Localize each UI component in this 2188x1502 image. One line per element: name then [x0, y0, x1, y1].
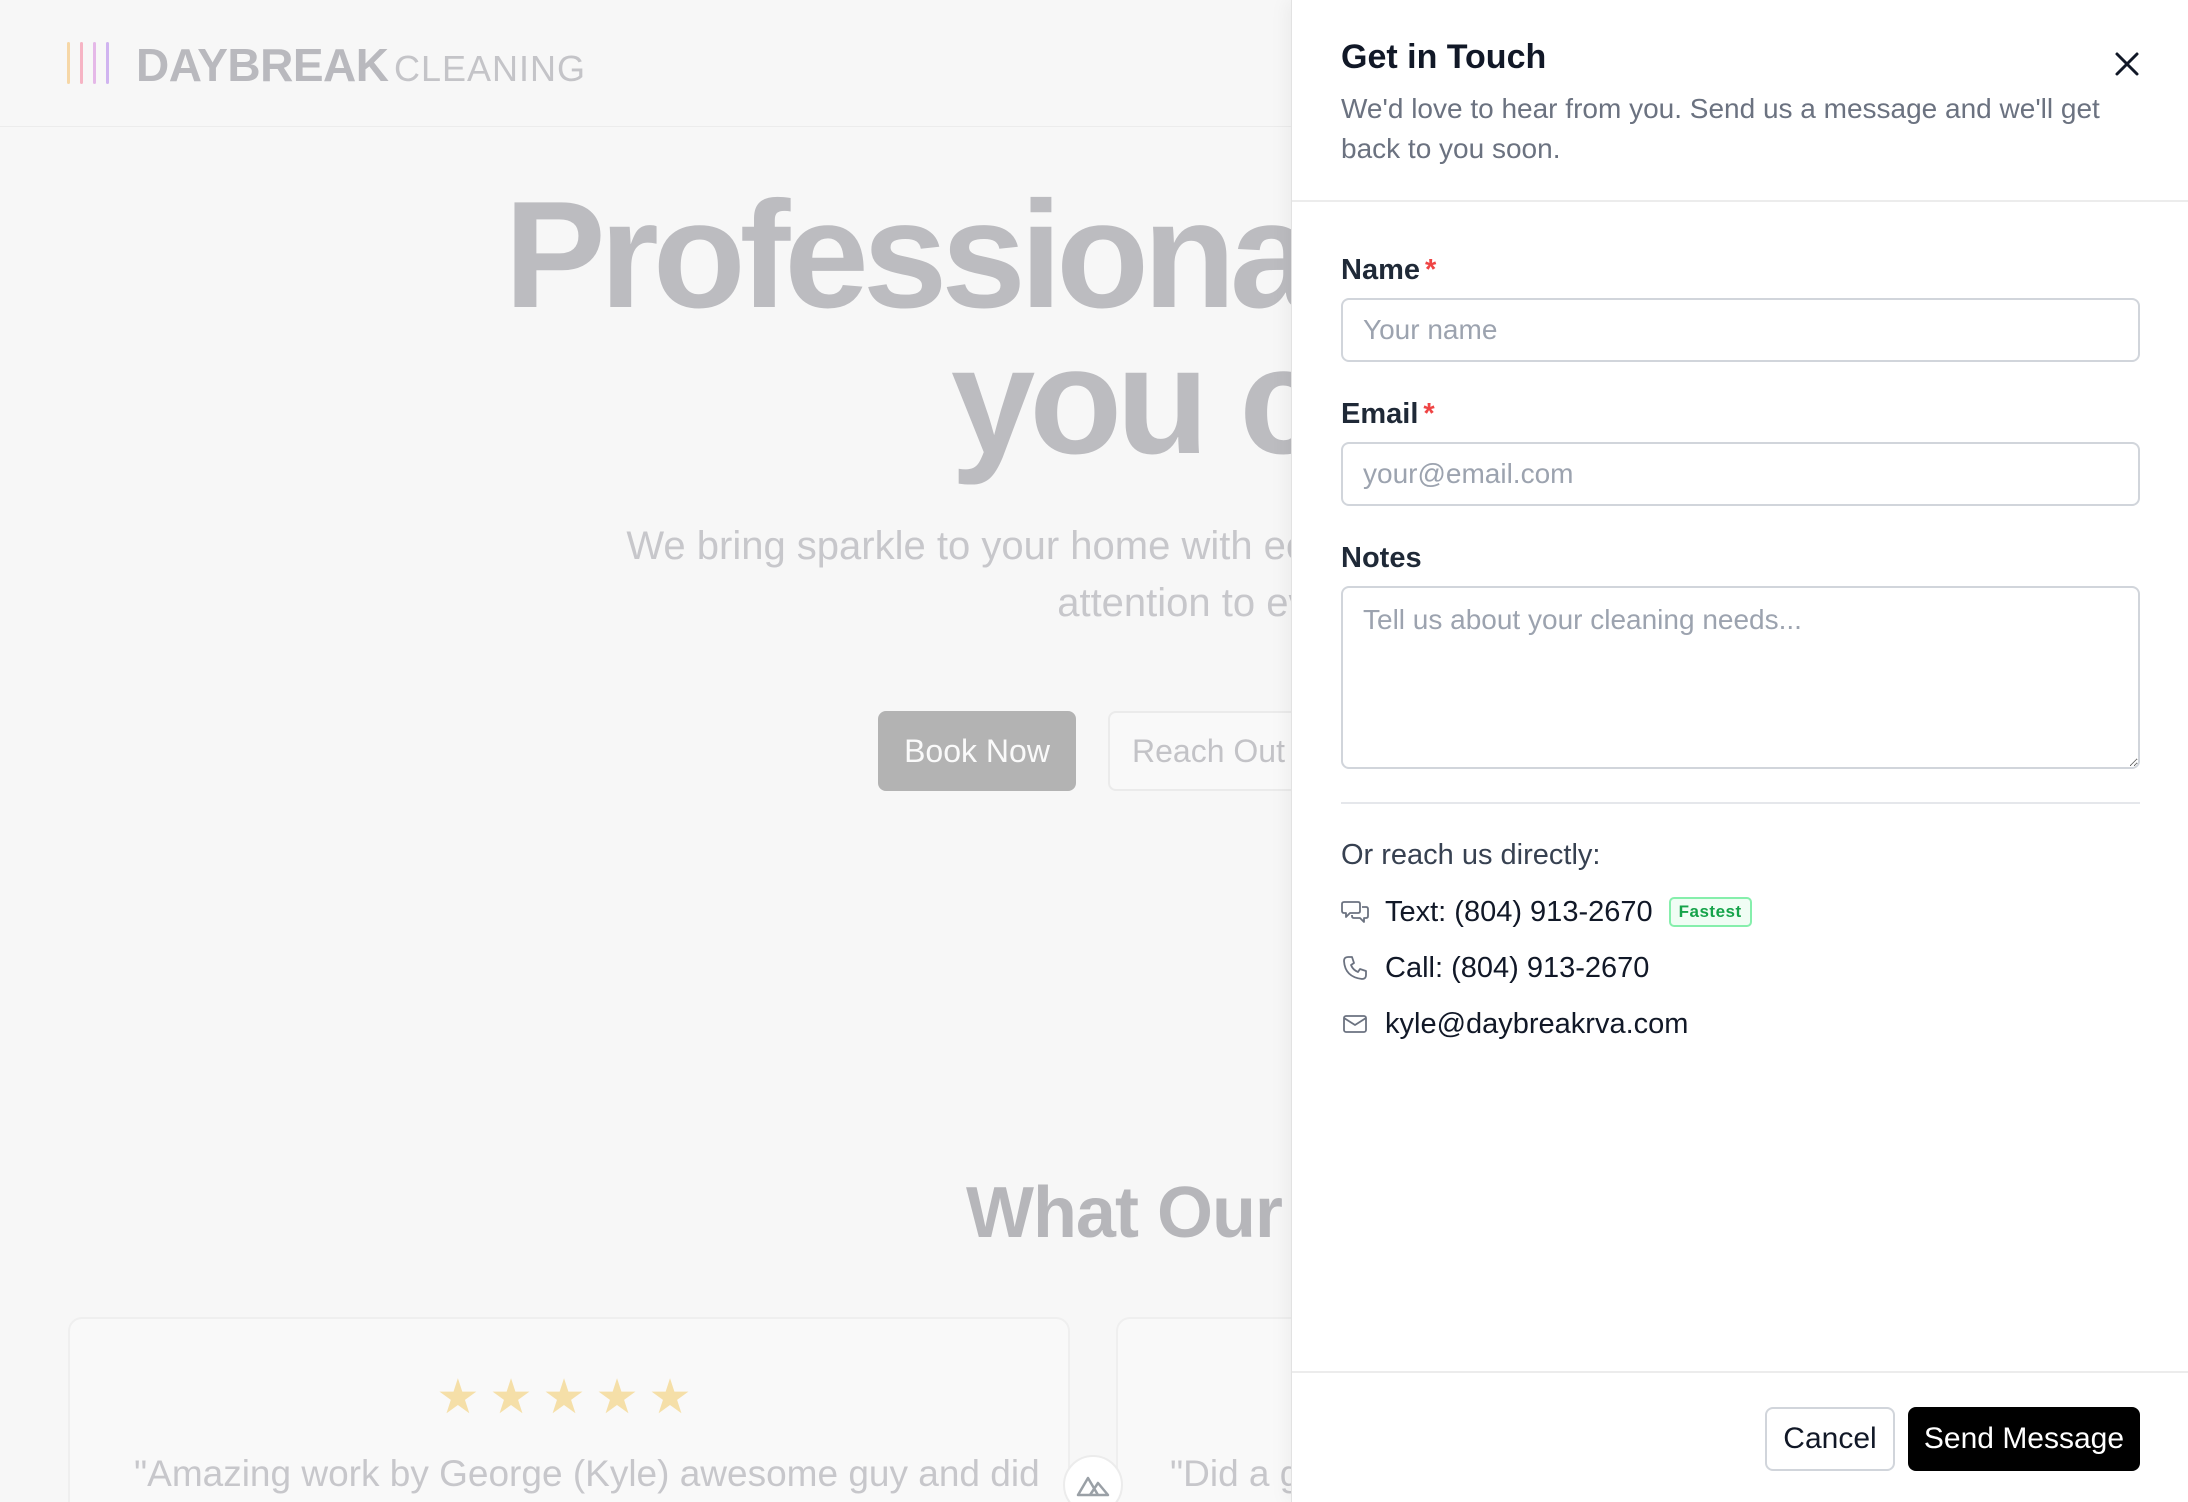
- email-label: Email *: [1341, 398, 1435, 431]
- fastest-badge: Fastest: [1668, 897, 1752, 927]
- close-button[interactable]: [2107, 44, 2147, 84]
- cancel-button[interactable]: Cancel: [1765, 1407, 1895, 1471]
- drawer-title: Get in Touch: [1341, 38, 1547, 76]
- email-label-text: Email: [1341, 398, 1419, 430]
- drawer-footer: Cancel Send Message: [1292, 1371, 2188, 1502]
- phone-icon: [1341, 954, 1369, 982]
- review-text: "Amazing work by George (Kyle) awesome g…: [134, 1453, 1040, 1494]
- close-icon: [2115, 52, 2139, 76]
- name-label: Name *: [1341, 254, 1436, 287]
- call-contact-label: Call: (804) 913-2670: [1385, 951, 1650, 984]
- call-contact-row[interactable]: Call: (804) 913-2670: [1341, 948, 1649, 988]
- nuxt-devtools-icon[interactable]: [1063, 1455, 1123, 1502]
- email-contact-row[interactable]: kyle@daybreakrva.com: [1341, 1004, 1688, 1044]
- contact-drawer: Get in Touch We'd love to hear from you.…: [1291, 0, 2188, 1502]
- divider: [1341, 802, 2140, 804]
- name-label-text: Name: [1341, 254, 1420, 286]
- book-now-button[interactable]: Book Now: [878, 711, 1076, 791]
- drawer-header: Get in Touch We'd love to hear from you.…: [1292, 0, 2188, 202]
- email-contact-label: kyle@daybreakrva.com: [1385, 1007, 1689, 1040]
- required-mark: *: [1425, 254, 1437, 286]
- notes-label: Notes: [1341, 542, 1422, 575]
- notes-textarea[interactable]: [1341, 586, 2140, 769]
- review-text: "Did a g: [1170, 1453, 1301, 1494]
- text-contact-label: Text: (804) 913-2670: [1385, 895, 1653, 928]
- logo-mark-icon: [67, 42, 113, 84]
- text-contact-row[interactable]: Text: (804) 913-2670 Fastest: [1341, 892, 1752, 932]
- chat-icon: [1341, 898, 1369, 926]
- mail-icon: [1341, 1010, 1369, 1038]
- direct-contact-heading: Or reach us directly:: [1341, 839, 1601, 871]
- rating-stars: ★★★★★: [436, 1371, 702, 1424]
- review-card: ★★★★★ "Amazing work by George (Kyle) awe…: [68, 1317, 1070, 1502]
- required-mark: *: [1423, 398, 1435, 430]
- drawer-description: We'd love to hear from you. Send us a me…: [1341, 93, 2100, 164]
- notes-label-text: Notes: [1341, 542, 1422, 574]
- email-input[interactable]: [1341, 442, 2140, 506]
- logo-wordmark[interactable]: DAYBREAK: [136, 38, 389, 92]
- logo-subtitle: CLEANING: [394, 48, 587, 89]
- send-message-button[interactable]: Send Message: [1908, 1407, 2140, 1471]
- name-input[interactable]: [1341, 298, 2140, 362]
